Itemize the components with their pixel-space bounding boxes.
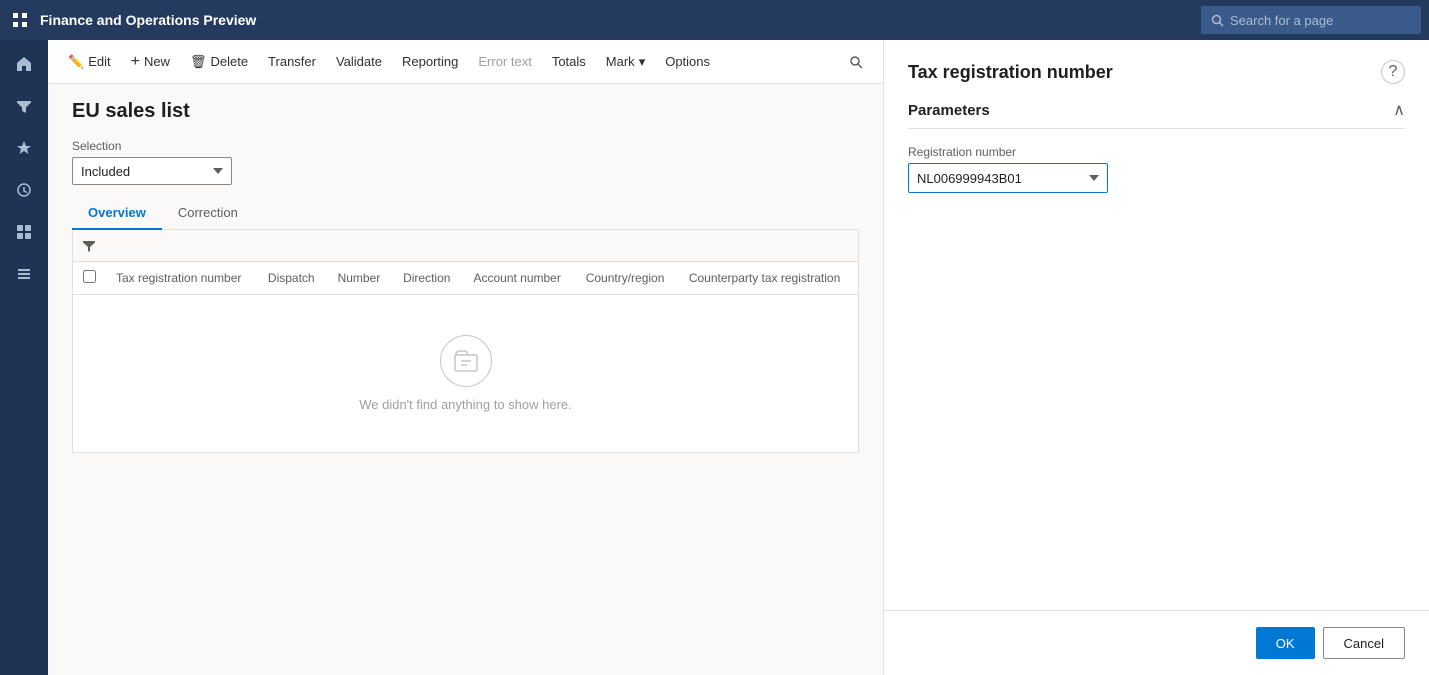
table-wrapper: Tax registration number Dispatch Number …: [72, 230, 859, 453]
sidebar-item-filter[interactable]: [4, 86, 44, 126]
empty-message: We didn't find anything to show here.: [359, 397, 572, 412]
right-panel-title: Tax registration number: [908, 62, 1113, 83]
totals-button[interactable]: Totals: [544, 46, 594, 78]
col-direction: Direction: [393, 262, 463, 295]
validate-button[interactable]: Validate: [328, 46, 390, 78]
filter-icon[interactable]: [77, 234, 101, 258]
edit-button[interactable]: ✏️ Edit: [60, 46, 119, 78]
data-table: Tax registration number Dispatch Number …: [73, 262, 858, 452]
search-toolbar-icon[interactable]: [841, 46, 871, 78]
panel-footer: OK Cancel: [884, 610, 1429, 675]
transfer-button[interactable]: Transfer: [260, 46, 324, 78]
selection-dropdown[interactable]: Included All Excluded: [72, 157, 232, 185]
delete-button[interactable]: 🗑 Delete: [182, 46, 256, 78]
sidebar-item-workspace[interactable]: [4, 212, 44, 252]
empty-state-row: We didn't find anything to show here.: [73, 295, 858, 453]
parameters-header: Parameters ∧: [908, 100, 1405, 129]
new-icon: +: [131, 53, 140, 71]
cancel-button[interactable]: Cancel: [1323, 627, 1405, 659]
toolbar: ✏️ Edit + New 🗑 Delete Transfer Validate…: [48, 40, 883, 84]
col-checkbox: [73, 262, 106, 295]
edit-icon: ✏️: [68, 54, 84, 70]
tabs-bar: Overview Correction: [72, 197, 859, 230]
mark-button[interactable]: Mark ▾: [598, 46, 653, 78]
tab-correction[interactable]: Correction: [162, 197, 254, 230]
registration-number-field: Registration number NL006999943B01: [908, 145, 1405, 193]
top-bar: Finance and Operations Preview: [0, 0, 1429, 40]
selection-label: Selection: [72, 139, 859, 153]
col-account-number: Account number: [463, 262, 575, 295]
select-all-checkbox[interactable]: [83, 270, 96, 283]
sidebar-item-list[interactable]: [4, 254, 44, 294]
col-country-region: Country/region: [576, 262, 679, 295]
options-button[interactable]: Options: [657, 46, 718, 78]
reporting-button[interactable]: Reporting: [394, 46, 466, 78]
page-title: EU sales list: [72, 100, 859, 123]
app-title: Finance and Operations Preview: [40, 12, 1193, 28]
empty-state: We didn't find anything to show here.: [73, 295, 858, 452]
col-dispatch: Dispatch: [258, 262, 328, 295]
page-content: EU sales list Selection Included All Exc…: [48, 84, 883, 675]
error-text-button[interactable]: Error text: [470, 46, 539, 78]
col-number: Number: [328, 262, 394, 295]
delete-icon: 🗑: [190, 54, 207, 70]
sidebar-item-favorites[interactable]: [4, 128, 44, 168]
table-header-row: Tax registration number Dispatch Number …: [73, 262, 858, 295]
new-button[interactable]: + New: [123, 46, 178, 78]
tab-overview[interactable]: Overview: [72, 197, 162, 230]
col-tax-reg-number: Tax registration number: [106, 262, 258, 295]
collapse-icon[interactable]: ∧: [1393, 100, 1405, 120]
parameters-section: Parameters ∧ Registration number NL00699…: [884, 84, 1429, 225]
selection-row: Selection Included All Excluded: [72, 139, 859, 185]
empty-folder-icon: [440, 335, 492, 387]
mark-chevron-icon: ▾: [639, 54, 646, 70]
search-box[interactable]: [1201, 6, 1421, 34]
right-panel: Tax registration number ? Parameters ∧ R…: [883, 40, 1429, 675]
parameters-label: Parameters: [908, 102, 990, 119]
content-area: ✏️ Edit + New 🗑 Delete Transfer Validate…: [48, 40, 883, 675]
left-sidebar: [0, 40, 48, 675]
help-icon[interactable]: ?: [1381, 60, 1405, 84]
ok-button[interactable]: OK: [1256, 627, 1315, 659]
search-input[interactable]: [1230, 13, 1390, 28]
registration-number-select[interactable]: NL006999943B01: [908, 163, 1108, 193]
filter-bar: [73, 230, 858, 262]
col-counterparty-tax-reg: Counterparty tax registration: [679, 262, 858, 295]
registration-number-label: Registration number: [908, 145, 1405, 159]
main-layout: ✏️ Edit + New 🗑 Delete Transfer Validate…: [0, 40, 1429, 675]
sidebar-item-recent[interactable]: [4, 170, 44, 210]
grid-menu-icon[interactable]: [8, 8, 32, 32]
sidebar-item-home[interactable]: [4, 44, 44, 84]
right-panel-header: Tax registration number ?: [884, 40, 1429, 84]
